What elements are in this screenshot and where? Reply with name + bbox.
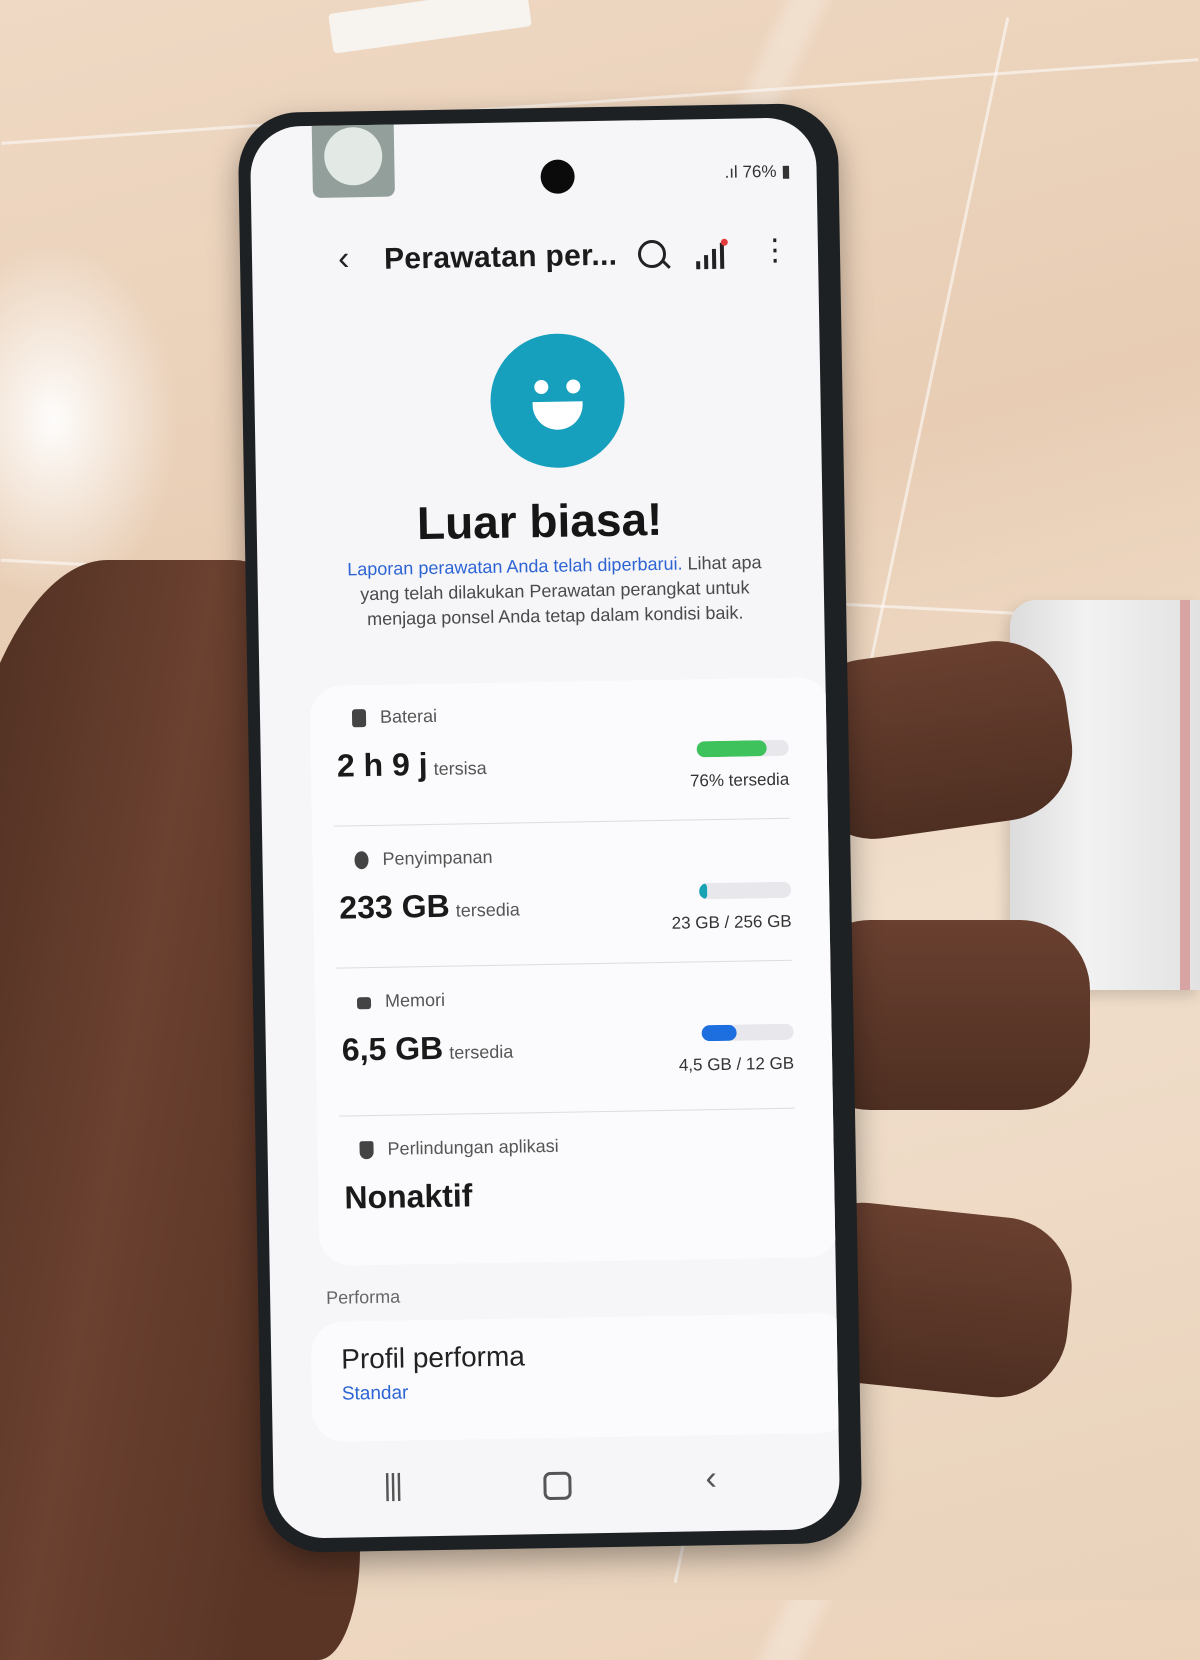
battery-icon: ▮	[776, 161, 791, 181]
performance-profile-value: Standar	[341, 1382, 409, 1405]
memory-icon	[356, 997, 372, 1010]
performance-profile-item[interactable]: Profil performa Standar	[310, 1312, 841, 1443]
app-protection-value: Nonaktif	[344, 1177, 473, 1216]
page-title: Perawatan per...	[383, 238, 618, 276]
performance-section-title: Performa	[325, 1286, 401, 1308]
memory-row[interactable]: Memori 6,5 GB tersedia 4,5 GB / 12 GB	[314, 961, 836, 1110]
signal-bars-icon[interactable]	[694, 238, 730, 270]
light-glare	[0, 240, 180, 600]
navigation-bar: ||| ‹	[273, 1439, 840, 1539]
phone-screen: .ıl 76% ▮ ‹ Perawatan per... ⋮ Luar bias…	[249, 117, 841, 1539]
summary-description: Laporan perawatan Anda telah diperbarui.…	[339, 550, 770, 632]
watermark-logo	[311, 117, 395, 198]
battery-suffix: tersisa	[433, 758, 487, 779]
report-link[interactable]: Laporan perawatan Anda telah diperbarui.	[347, 554, 683, 580]
back-icon[interactable]: ‹	[338, 239, 350, 278]
paper-on-floor	[328, 0, 532, 54]
shield-icon	[359, 1141, 374, 1160]
app-protection-label: Perlindungan aplikasi	[387, 1135, 559, 1159]
home-icon[interactable]	[543, 1471, 572, 1501]
smiley-icon	[489, 332, 626, 469]
front-camera	[540, 159, 575, 194]
storage-bar	[698, 881, 792, 900]
battery-available: 76% tersedia	[689, 769, 790, 791]
app-protection-row[interactable]: Perlindungan aplikasi Nonaktif	[317, 1109, 839, 1258]
memory-usage: 4,5 GB / 12 GB	[678, 1053, 795, 1075]
storage-usage: 23 GB / 256 GB	[671, 911, 792, 933]
battery-value: 2 h 9 j	[336, 746, 428, 784]
more-vert-icon[interactable]: ⋮	[760, 234, 791, 268]
status-headline: Luar biasa!	[416, 492, 663, 550]
battery-icon	[351, 709, 367, 728]
performance-profile-title: Profil performa	[340, 1340, 526, 1375]
storage-label: Penyimpanan	[382, 846, 493, 869]
recents-icon[interactable]: |||	[383, 1469, 401, 1503]
battery-percent: 76%	[742, 161, 777, 182]
battery-label: Baterai	[379, 705, 438, 727]
battery-row[interactable]: Baterai 2 h 9 j tersisa 76% tersedia	[309, 677, 831, 826]
status-card: Baterai 2 h 9 j tersisa 76% tersedia Peny…	[309, 677, 840, 1267]
memory-bar	[701, 1023, 794, 1042]
status-bar: .ıl 76% ▮	[724, 162, 790, 183]
storage-icon	[354, 851, 369, 870]
signal-icon: .ıl	[724, 162, 743, 182]
storage-row[interactable]: Penyimpanan 233 GB tersedia 23 GB / 256 G…	[312, 819, 834, 968]
storage-value: 233 GB	[339, 887, 450, 926]
storage-suffix: tersedia	[455, 899, 520, 921]
back-icon[interactable]: ‹	[705, 1459, 717, 1498]
battery-bar	[696, 739, 789, 758]
app-bar: ‹ Perawatan per... ⋮	[252, 221, 819, 291]
search-icon[interactable]	[637, 239, 667, 269]
memory-label: Memori	[384, 989, 446, 1011]
memory-suffix: tersedia	[449, 1041, 514, 1063]
memory-value: 6,5 GB	[341, 1029, 444, 1068]
